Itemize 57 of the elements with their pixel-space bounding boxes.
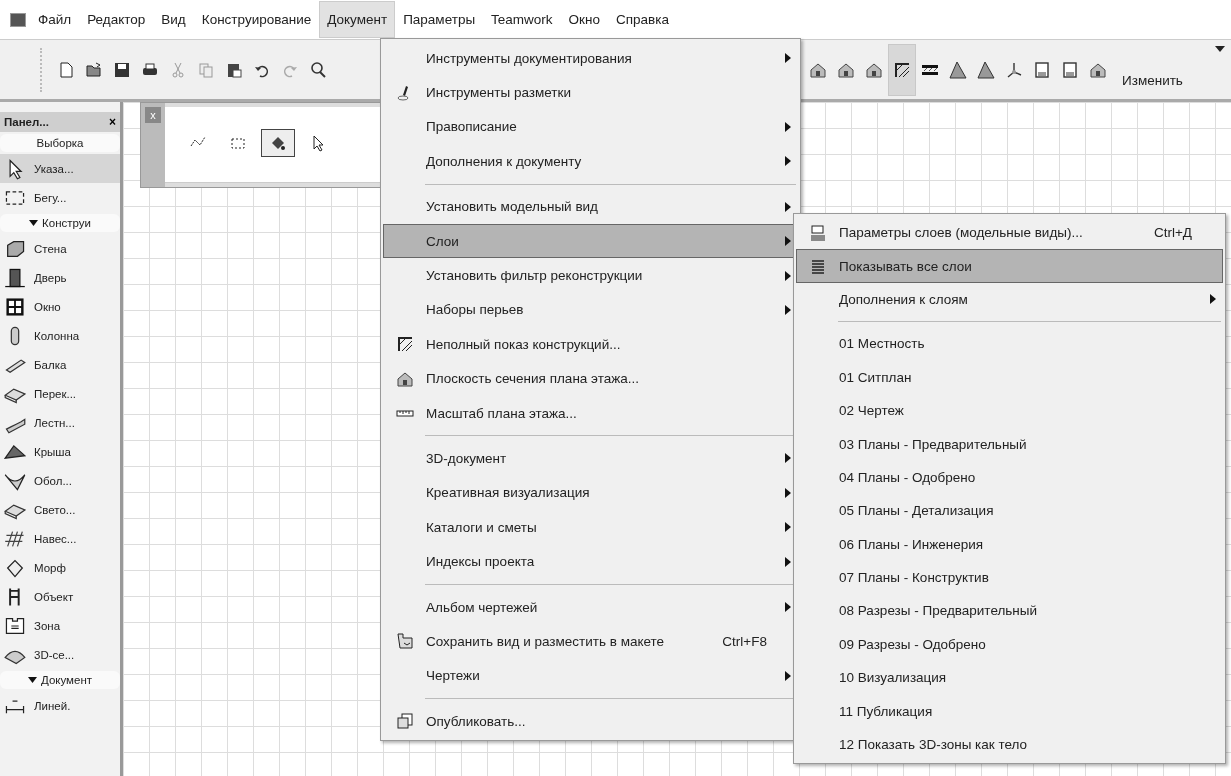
tool-item[interactable]: Объект	[0, 582, 120, 611]
menu-item[interactable]: 01 Местность	[796, 327, 1223, 361]
menu-bar-item[interactable]: Параметры	[395, 1, 484, 38]
menu-bar-item[interactable]: Редактор	[79, 1, 154, 38]
menu-item[interactable]: 02 Чертеж	[796, 393, 1223, 428]
menu-item[interactable]: 09 Разрезы - Одобрено	[796, 627, 1223, 662]
menu-bar-item[interactable]: Конструирование	[193, 1, 320, 38]
tool-item[interactable]: Указа...	[0, 154, 120, 183]
menu-item[interactable]: Показывать все слои	[796, 249, 1223, 283]
tool-item[interactable]: Лестн...	[0, 408, 120, 437]
tool-item[interactable]: Дверь	[0, 263, 120, 292]
menu-item[interactable]: 01 Ситплан	[796, 360, 1223, 394]
tool-item[interactable]: Крыша	[0, 437, 120, 466]
menu-item[interactable]: 07 Планы - Конструктив	[796, 560, 1223, 595]
tool-item[interactable]: 3D-се...	[0, 640, 120, 669]
tool-item[interactable]: Зона	[0, 611, 120, 640]
menu-item[interactable]: Дополнения к слоям	[796, 282, 1223, 317]
menu-item[interactable]: Дополнения к документу	[383, 144, 798, 179]
tool-item[interactable]: Балка	[0, 350, 120, 379]
tool-item[interactable]: Навес...	[0, 524, 120, 553]
tool-item[interactable]: Морф	[0, 553, 120, 582]
menu-item[interactable]: 04 Планы - Одобрено	[796, 460, 1223, 495]
menu-item[interactable]: Установить модельный вид	[383, 189, 798, 224]
tool-item[interactable]: Бегу...	[0, 183, 120, 212]
close-button[interactable]: x	[145, 107, 161, 123]
menu-bar-item[interactable]: Документ	[319, 1, 396, 38]
menu-bar-item[interactable]: Файл	[30, 1, 80, 38]
shortcut-label: Ctrl+F8	[722, 633, 767, 649]
menu-item[interactable]: Параметры слоев (модельные виды)... Ctrl+Д	[796, 216, 1223, 250]
menu-bar-item[interactable]: Вид	[153, 1, 194, 38]
section-header[interactable]: Документ	[0, 671, 120, 689]
tool-item[interactable]: Стена	[0, 234, 120, 263]
menu-item[interactable]: 06 Планы - Инженерия	[796, 527, 1223, 561]
menu-item[interactable]: 10 Визуализация	[796, 661, 1223, 695]
section-header[interactable]: Конструи	[0, 214, 120, 232]
menu-bar-item[interactable]: Справка	[608, 1, 677, 38]
panel-title: Панел...	[4, 116, 49, 128]
menu-item[interactable]: 12 Показать 3D-зоны как тело	[796, 727, 1223, 762]
menu-item[interactable]: 08 Разрезы - Предварительный	[796, 594, 1223, 628]
tool-item[interactable]: Линей.	[0, 691, 120, 720]
menu-item[interactable]: Инструменты разметки	[383, 75, 798, 110]
menu-item[interactable]: 05 Планы - Детализация	[796, 494, 1223, 528]
menu-bar-item[interactable]: Teamwork	[483, 1, 561, 38]
tool-item[interactable]: Обол...	[0, 466, 120, 495]
menu-item[interactable]: Правописание	[383, 109, 798, 145]
tool-item[interactable]: Колонна	[0, 321, 120, 350]
toolbar-label[interactable]: Изменить	[1122, 73, 1183, 88]
menu-item[interactable]: 03 Планы - Предварительный	[796, 427, 1223, 461]
menu-item[interactable]: 11 Публикация	[796, 694, 1223, 728]
tool-item[interactable]: Свето...	[0, 495, 120, 524]
section-header[interactable]: Выборка	[0, 134, 120, 152]
menu-item[interactable]: Инструменты документирования	[383, 41, 798, 76]
tool-item[interactable]: Перек...	[0, 379, 120, 408]
shortcut-label: Ctrl+Д	[1153, 225, 1192, 241]
menu-bar-item[interactable]: Окно	[560, 1, 608, 38]
tool-item[interactable]: Окно	[0, 292, 120, 321]
close-button[interactable]: ×	[109, 115, 116, 129]
